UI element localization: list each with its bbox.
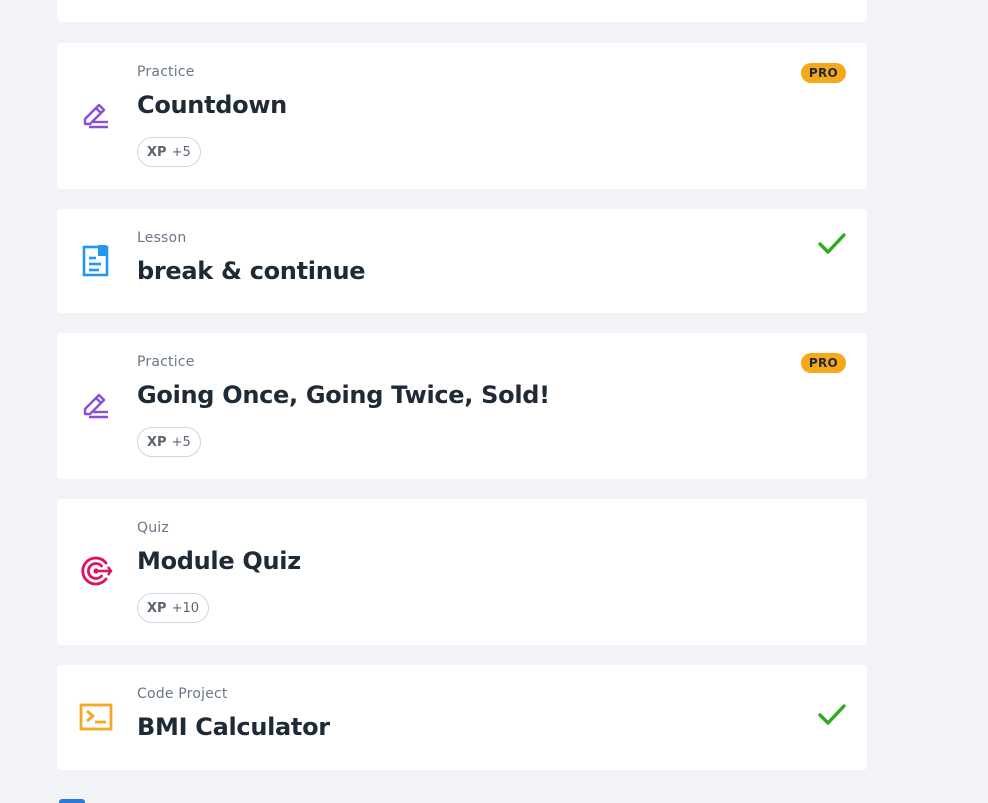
lesson-card-going-once[interactable]: Practice Going Once, Going Twice, Sold! … [57,333,867,479]
lesson-title: break & continue [137,257,366,285]
lesson-card-countdown[interactable]: Practice Countdown XP +5 PRO [57,43,867,189]
xp-value: +10 [171,600,199,616]
lesson-type: Lesson [137,230,187,246]
lesson-list: Practice Countdown XP +5 PRO Lesson brea… [0,0,988,803]
xp-value: +5 [171,434,191,450]
xp-pill: XP +5 [137,427,201,457]
pencil-icon [79,388,113,422]
next-item-icon [59,799,85,803]
lesson-title: Going Once, Going Twice, Sold! [137,381,550,409]
lesson-title: Module Quiz [137,547,301,575]
document-icon [79,244,113,278]
target-icon [79,554,113,588]
xp-pill: XP +5 [137,137,201,167]
pro-badge: PRO [800,353,846,373]
xp-label: XP [147,144,167,160]
lesson-type: Practice [137,354,195,370]
xp-label: XP [147,600,167,616]
xp-label: XP [147,434,167,450]
pencil-icon [79,98,113,132]
checkmark-icon [817,231,847,257]
lesson-title: Countdown [137,91,287,119]
lesson-type: Quiz [137,520,169,536]
pro-badge: PRO [800,63,846,83]
terminal-icon [79,700,113,734]
lesson-card-previous[interactable] [57,0,867,22]
xp-value: +5 [171,144,191,160]
checkmark-icon [817,702,847,728]
lesson-type: Code Project [137,686,228,702]
lesson-card-bmi-calculator[interactable]: Code Project BMI Calculator [57,665,867,770]
xp-pill: XP +10 [137,593,209,623]
lesson-title: BMI Calculator [137,713,330,741]
lesson-card-break-continue[interactable]: Lesson break & continue [57,209,867,313]
lesson-card-module-quiz[interactable]: Quiz Module Quiz XP +10 [57,499,867,645]
lesson-type: Practice [137,64,195,80]
